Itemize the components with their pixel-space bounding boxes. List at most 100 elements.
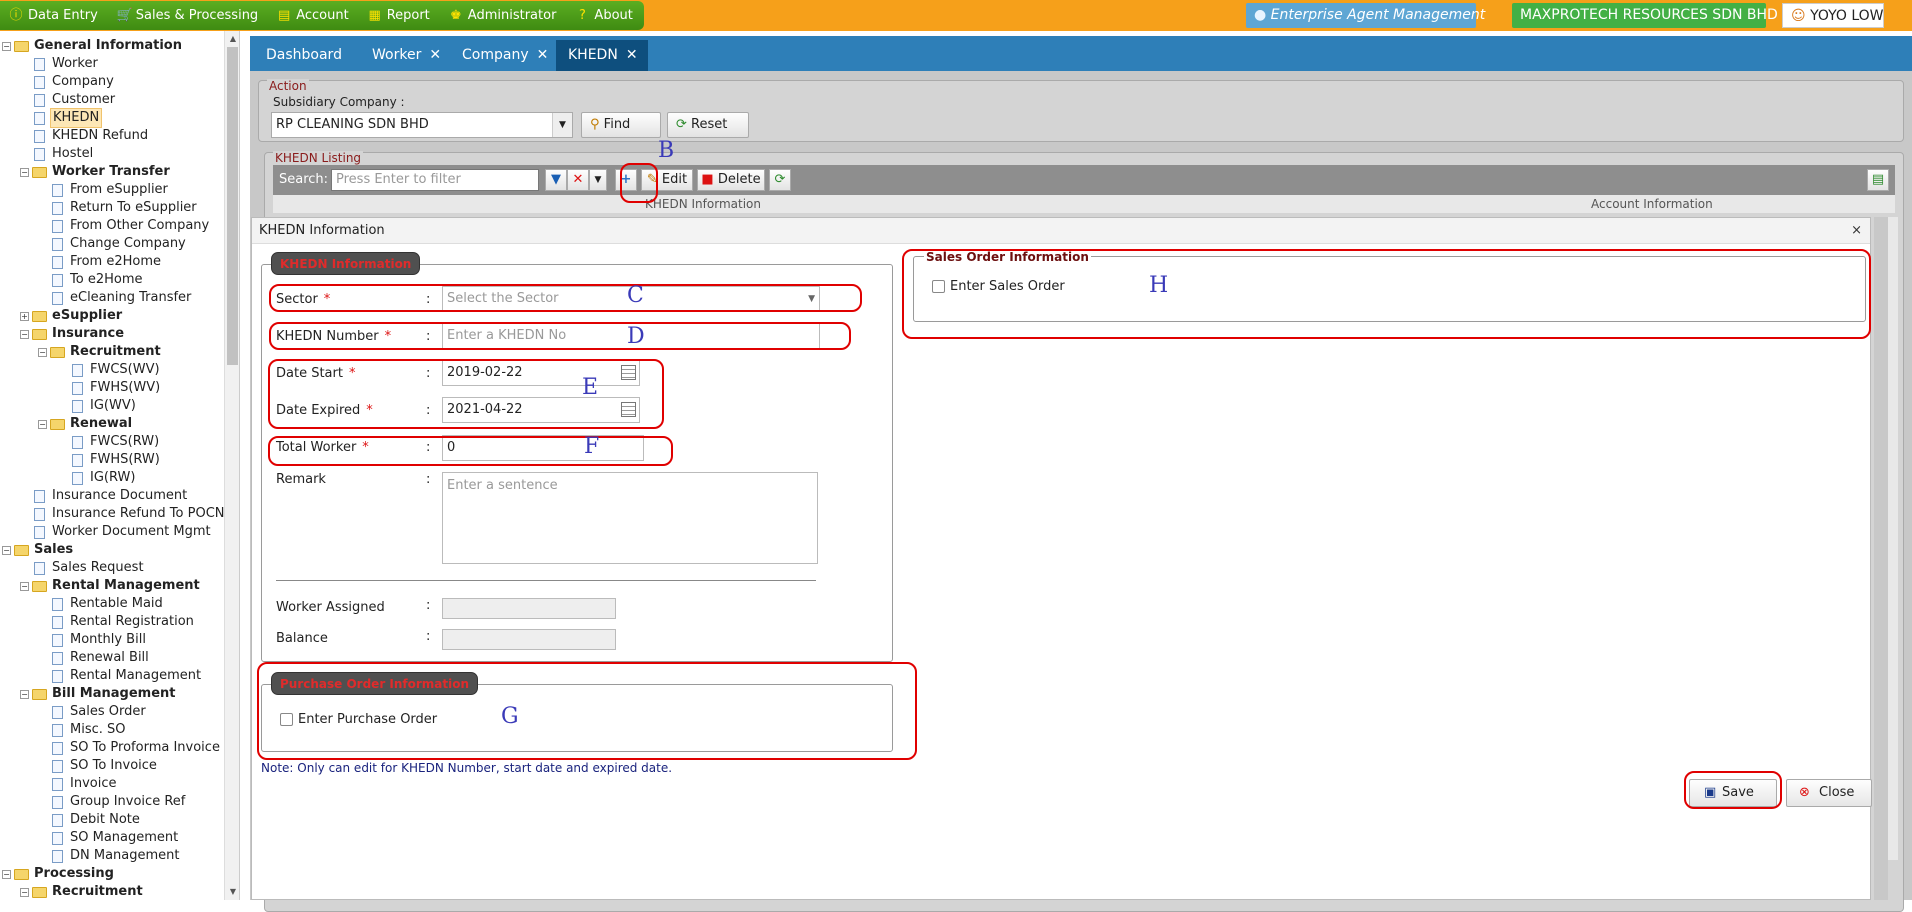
collapse-icon[interactable]: − — [38, 347, 47, 357]
tab-company[interactable]: Company ✕ — [450, 40, 554, 71]
tree-folder-rental-management[interactable]: − Rental Management — [20, 577, 202, 595]
tree-item-fwhs-rw[interactable]: FWHS(RW) — [72, 451, 162, 469]
collapse-icon[interactable]: − — [20, 689, 29, 699]
collapse-icon[interactable]: − — [20, 581, 29, 591]
menu-label: About — [594, 8, 633, 23]
tree-item-worker-doc-mgmt[interactable]: Worker Document Mgmt — [34, 523, 213, 541]
close-icon[interactable]: ✕ — [626, 47, 638, 63]
subsidiary-select[interactable]: RP CLEANING SDN BHD ▼ — [271, 112, 573, 138]
close-icon[interactable]: × — [1851, 218, 1862, 244]
tree-item-rental-management[interactable]: Rental Management — [52, 667, 203, 685]
chevron-down-icon[interactable]: ▼ — [552, 113, 572, 137]
tree-item-monthly-bill[interactable]: Monthly Bill — [52, 631, 148, 649]
tree-item-worker[interactable]: Worker — [34, 55, 100, 73]
tree-item-from-other-company[interactable]: From Other Company — [52, 217, 211, 235]
scroll-up-icon[interactable]: ▲ — [225, 31, 239, 47]
reset-button[interactable]: ⟳ Reset — [667, 112, 749, 138]
tree-item-return-to-esupplier[interactable]: Return To eSupplier — [52, 199, 199, 217]
tree-item-company[interactable]: Company — [34, 73, 116, 91]
tree-item-fwhs-wv[interactable]: FWHS(WV) — [72, 379, 162, 397]
tree-item-insurance-refund[interactable]: Insurance Refund To POCN — [34, 505, 227, 523]
tree-item-rentable-maid[interactable]: Rentable Maid — [52, 595, 165, 613]
tree-item-group-invoice-ref[interactable]: Group Invoice Ref — [52, 793, 187, 811]
document-icon — [52, 723, 63, 737]
tree-folder-processing-recruitment[interactable]: − Recruitment — [20, 883, 145, 900]
close-button[interactable]: ⊗ Close — [1786, 779, 1872, 807]
clear-filter-icon[interactable]: ✕ — [567, 169, 589, 191]
collapse-icon[interactable]: − — [2, 41, 11, 51]
tree-item-khedn-refund[interactable]: KHEDN Refund — [34, 127, 150, 145]
company-badge[interactable]: MAXPROTECH RESOURCES SDN BHD — [1512, 3, 1778, 28]
tree-item-fwcs-rw[interactable]: FWCS(RW) — [72, 433, 161, 451]
remark-textarea[interactable]: Enter a sentence — [442, 472, 818, 564]
tree-item-to-e2home[interactable]: To e2Home — [52, 271, 144, 289]
sidebar-scrollbar[interactable]: ▲ ▼ — [224, 31, 239, 900]
tab-khedn[interactable]: KHEDN ✕ — [556, 40, 648, 71]
collapse-icon[interactable]: − — [38, 419, 47, 429]
collapse-icon[interactable]: − — [20, 167, 29, 177]
menu-account[interactable]: ▤ Account — [277, 8, 349, 23]
tab-dashboard[interactable]: Dashboard — [254, 40, 346, 71]
collapse-icon[interactable]: − — [20, 887, 29, 897]
find-button[interactable]: ⚲ Find — [581, 112, 661, 138]
tree-folder-sales[interactable]: − Sales — [2, 541, 75, 559]
tree-item-misc-so[interactable]: Misc. SO — [52, 721, 128, 739]
tree-folder-recruitment[interactable]: − Recruitment — [38, 343, 163, 361]
tree-folder-general[interactable]: − General Information — [2, 37, 184, 55]
tree-item-invoice[interactable]: Invoice — [52, 775, 118, 793]
search-input[interactable]: Press Enter to filter — [331, 169, 539, 191]
tree-item-debit-note[interactable]: Debit Note — [52, 811, 142, 829]
delete-button[interactable]: ■ Delete — [697, 169, 765, 191]
refresh-icon[interactable]: ⟳ — [769, 169, 791, 191]
tree-folder-renewal[interactable]: − Renewal — [38, 415, 134, 433]
tree-item-customer[interactable]: Customer — [34, 91, 117, 109]
menu-data-entry[interactable]: ⓘ Data Entry — [9, 8, 97, 23]
tree-item-dn-management[interactable]: DN Management — [52, 847, 182, 865]
close-icon[interactable]: ✕ — [429, 47, 441, 63]
tree-item-khedn[interactable]: KHEDN — [34, 108, 103, 128]
close-icon[interactable]: ✕ — [537, 47, 549, 63]
tree-folder-esupplier[interactable]: + eSupplier — [20, 307, 124, 325]
tree-item-change-company[interactable]: Change Company — [52, 235, 188, 253]
menu-report[interactable]: ▦ Report — [368, 8, 430, 23]
tree-item-rental-registration[interactable]: Rental Registration — [52, 613, 196, 631]
scroll-down-icon[interactable]: ▼ — [225, 884, 239, 900]
collapse-icon[interactable]: − — [20, 329, 29, 339]
tree-folder-bill-management[interactable]: − Bill Management — [20, 685, 178, 703]
tree-item-hostel[interactable]: Hostel — [34, 145, 95, 163]
scrollbar-thumb[interactable] — [227, 47, 238, 365]
tree-item-ig-wv[interactable]: IG(WV) — [72, 397, 138, 415]
menu-about[interactable]: ? About — [575, 8, 633, 23]
tree-folder-worker-transfer[interactable]: − Worker Transfer — [20, 163, 172, 181]
excel-export-icon[interactable]: ▤ — [1867, 169, 1889, 191]
collapse-icon[interactable]: − — [2, 545, 11, 555]
tree-item-so-to-invoice[interactable]: SO To Invoice — [52, 757, 159, 775]
filter-icon[interactable]: ▼ — [545, 169, 567, 191]
tree-item-insurance-document[interactable]: Insurance Document — [34, 487, 189, 505]
khedn-info-legend: KHEDN Information — [271, 252, 421, 275]
tree-item-from-e2home[interactable]: From e2Home — [52, 253, 163, 271]
tree-item-sales-request[interactable]: Sales Request — [34, 559, 146, 577]
tree-item-ig-rw[interactable]: IG(RW) — [72, 469, 137, 487]
tree-item-so-to-proforma[interactable]: SO To Proforma Invoice — [52, 739, 222, 757]
expand-icon[interactable]: + — [20, 311, 29, 321]
chevron-down-icon[interactable]: ▼ — [589, 169, 607, 191]
tree-item-renewal-bill[interactable]: Renewal Bill — [52, 649, 151, 667]
menu-sales-processing[interactable]: 🛒 Sales & Processing — [117, 8, 258, 23]
tree-item-fwcs-wv[interactable]: FWCS(WV) — [72, 361, 162, 379]
menu-administrator[interactable]: ♚ Administrator — [449, 8, 556, 23]
tree-item-from-esupplier[interactable]: From eSupplier — [52, 181, 170, 199]
tree-label: SO Management — [70, 830, 179, 845]
tree-folder-insurance[interactable]: − Insurance — [20, 325, 126, 343]
tree-label: Sales Request — [52, 560, 144, 575]
collapse-icon[interactable]: − — [2, 869, 11, 879]
tree-item-so-management[interactable]: SO Management — [52, 829, 180, 847]
annotation-box-b — [620, 163, 658, 203]
user-menu[interactable]: ☺ YOYO LOW — [1782, 3, 1884, 28]
enterprise-link[interactable]: ● Enterprise Agent Management — [1246, 3, 1485, 28]
ledger-icon: ▤ — [278, 7, 291, 23]
tree-folder-processing[interactable]: − Processing — [2, 865, 116, 883]
tree-item-ecleaning-transfer[interactable]: eCleaning Transfer — [52, 289, 193, 307]
tree-item-sales-order[interactable]: Sales Order — [52, 703, 148, 721]
tab-worker[interactable]: Worker ✕ — [360, 40, 448, 71]
